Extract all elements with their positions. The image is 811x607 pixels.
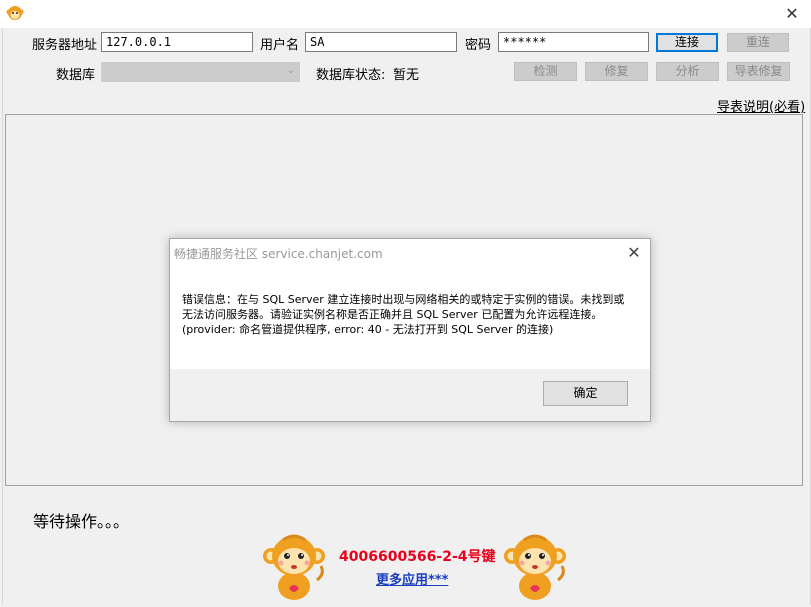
password-label: 密码 — [465, 38, 492, 53]
connect-button[interactable]: 连接 — [656, 33, 718, 52]
db-status-label: 数据库状态: — [316, 68, 386, 83]
reconnect-button[interactable]: 重连 — [727, 33, 789, 52]
more-apps-link[interactable]: 更多应用*** — [376, 569, 448, 588]
ok-button[interactable]: 确定 — [543, 381, 628, 406]
close-icon: ✕ — [785, 4, 799, 23]
monkey-app-icon — [6, 6, 24, 20]
username-input[interactable]: SA — [305, 32, 457, 52]
dropdown-arrow-icon: ⌄ — [286, 65, 295, 76]
password-input[interactable]: ****** — [498, 32, 649, 52]
status-text: 等待操作。。。 — [33, 512, 130, 531]
dialog-body: 错误信息：在与 SQL Server 建立连接时出现与网络相关的或特定于实例的错… — [170, 269, 650, 369]
db-status-value: 暂无 — [393, 68, 420, 83]
table-repair-button[interactable]: 导表修复 — [727, 62, 790, 81]
window-close-button[interactable]: ✕ — [781, 3, 803, 25]
error-message: 错误信息：在与 SQL Server 建立连接时出现与网络相关的或特定于实例的错… — [182, 293, 625, 336]
title-bar: ✕ — [0, 0, 811, 28]
analyze-button[interactable]: 分析 — [656, 62, 719, 81]
database-label: 数据库 — [56, 68, 96, 83]
server-input[interactable]: 127.0.0.1 — [101, 32, 253, 52]
dialog-title-bar: 畅捷通服务社区 service.chanjet.com ✕ — [170, 239, 650, 269]
close-icon[interactable]: ✕ — [624, 243, 644, 262]
detect-button[interactable]: 检测 — [514, 62, 577, 81]
monkey-mascot-icon — [504, 534, 566, 600]
error-dialog: 畅捷通服务社区 service.chanjet.com ✕ 错误信息：在与 SQ… — [169, 238, 651, 422]
dialog-title: 畅捷通服务社区 service.chanjet.com — [174, 247, 383, 261]
username-label: 用户名 — [260, 38, 300, 53]
guide-link[interactable]: 导表说明(必看) — [717, 96, 805, 115]
hotline-text: 4006600566-2-4号键 — [339, 549, 496, 565]
server-label: 服务器地址 — [32, 38, 98, 53]
monkey-mascot-icon — [263, 534, 325, 600]
database-select[interactable]: ⌄ — [101, 62, 300, 82]
repair-button[interactable]: 修复 — [585, 62, 648, 81]
